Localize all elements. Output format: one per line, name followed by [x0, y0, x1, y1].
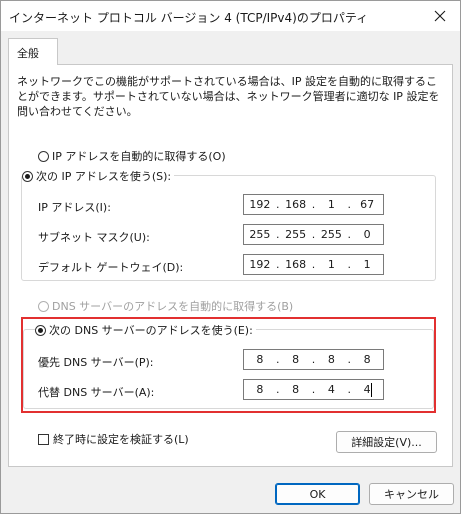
octet-2: 255: [285, 228, 307, 241]
octet-4: 0: [363, 228, 371, 241]
octet-3: 255: [320, 228, 342, 241]
radio-selected: [22, 170, 33, 182]
octet-3: 4: [327, 383, 335, 396]
cancel-button[interactable]: キャンセル: [369, 483, 454, 505]
validate-on-exit-checkbox[interactable]: 終了時に設定を検証する(L): [38, 431, 189, 447]
octet-4: 67: [360, 198, 375, 211]
octet-2: 8: [292, 383, 300, 396]
ip-manual-label: 次の IP アドレスを使う(S):: [36, 170, 172, 183]
ip-manual-radio[interactable]: 次の IP アドレスを使う(S):: [22, 168, 175, 184]
octet-3: 1: [327, 198, 335, 211]
dns-manual-label: 次の DNS サーバーのアドレスを使う(E):: [49, 324, 253, 337]
octet-1: 255: [249, 228, 271, 241]
alternate-dns-input[interactable]: 8 . 8 . 4 . 4: [243, 379, 384, 400]
default-gateway-label: デフォルト ゲートウェイ(D):: [38, 261, 184, 274]
octet-1: 192: [249, 258, 271, 271]
validate-on-exit-label: 終了時に設定を検証する(L): [53, 433, 189, 446]
ip-auto-label: IP アドレスを自動的に取得する(O): [52, 150, 226, 163]
checkbox-unchecked: [38, 433, 49, 445]
properties-window: インターネット プロトコル バージョン 4 (TCP/IPv4)のプロパティ 全…: [0, 0, 461, 514]
ip-auto-radio[interactable]: IP アドレスを自動的に取得する(O): [38, 148, 226, 164]
tab-general[interactable]: 全般: [8, 38, 58, 65]
radio-unselected: [38, 150, 49, 162]
title-bar[interactable]: インターネット プロトコル バージョン 4 (TCP/IPv4)のプロパティ: [1, 1, 460, 31]
octet-3: 1: [327, 258, 335, 271]
alternate-dns-label: 代替 DNS サーバー(A):: [38, 386, 155, 399]
preferred-dns-label: 優先 DNS サーバー(P):: [38, 356, 154, 369]
tab-general-label: 全般: [17, 47, 39, 60]
octet-4: 8: [363, 353, 371, 366]
octet-4: 4: [363, 383, 371, 396]
octet-1: 192: [249, 198, 271, 211]
close-icon: [434, 10, 446, 22]
octet-4: 1: [363, 258, 371, 271]
dns-auto-radio[interactable]: DNS サーバーのアドレスを自動的に取得する(B): [38, 298, 293, 314]
octet-2: 168: [285, 198, 307, 211]
octet-3: 8: [327, 353, 335, 366]
description-text: ネットワークでこの機能がサポートされている場合は、IP 設定を自動的に取得するこ…: [17, 75, 440, 118]
subnet-mask-input[interactable]: 255 . 255 . 255 . 0: [243, 224, 384, 245]
ip-address-input[interactable]: 192 . 168 . 1 . 67: [243, 194, 384, 215]
default-gateway-input[interactable]: 192 . 168 . 1 . 1: [243, 254, 384, 275]
dns-manual-radio[interactable]: 次の DNS サーバーのアドレスを使う(E):: [35, 322, 256, 338]
radio-disabled: [38, 300, 49, 312]
octet-2: 8: [292, 353, 300, 366]
ok-button[interactable]: OK: [275, 483, 360, 505]
close-button[interactable]: [428, 4, 452, 28]
subnet-mask-label: サブネット マスク(U):: [38, 231, 150, 244]
octet-1: 8: [256, 353, 264, 366]
window-title: インターネット プロトコル バージョン 4 (TCP/IPv4)のプロパティ: [9, 11, 369, 25]
preferred-dns-input[interactable]: 8 . 8 . 8 . 8: [243, 349, 384, 370]
text-caret: [371, 383, 372, 397]
ip-address-label: IP アドレス(I):: [38, 201, 111, 214]
advanced-button[interactable]: 詳細設定(V)...: [336, 431, 437, 453]
radio-selected: [35, 324, 46, 336]
octet-2: 168: [285, 258, 307, 271]
octet-1: 8: [256, 383, 264, 396]
dns-auto-label: DNS サーバーのアドレスを自動的に取得する(B): [52, 300, 294, 313]
